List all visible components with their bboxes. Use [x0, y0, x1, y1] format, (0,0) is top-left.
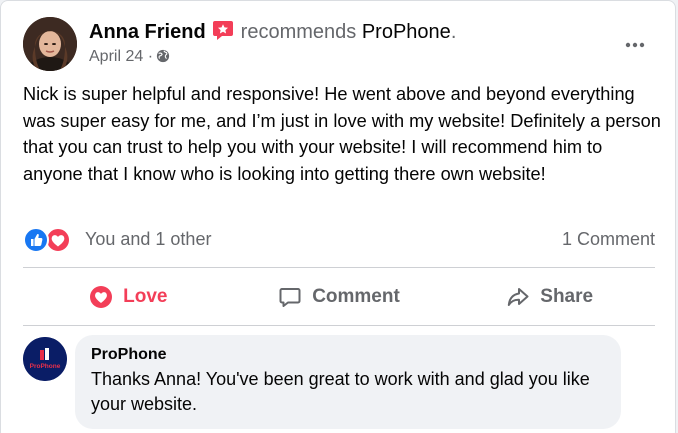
- post-card: Anna Friend recommends ProPhone. April 24…: [0, 0, 676, 433]
- more-dots-icon: [625, 42, 645, 48]
- love-button[interactable]: Love: [23, 269, 234, 325]
- comments-count[interactable]: 1 Comment: [562, 229, 655, 250]
- share-icon: [508, 288, 529, 306]
- share-button[interactable]: Share: [444, 269, 655, 325]
- post-meta: April 24 ·: [89, 47, 170, 67]
- meta-separator: ·: [147, 48, 154, 65]
- love-icon: [90, 286, 113, 308]
- recommends-verb: recommends: [240, 21, 357, 43]
- actions-divider: [23, 325, 655, 326]
- action-bar: Love Comment Share: [23, 269, 655, 325]
- author-line: Anna Friend recommends ProPhone.: [89, 19, 456, 44]
- more-options-button[interactable]: [617, 27, 653, 63]
- comment-author[interactable]: ProPhone: [91, 345, 605, 365]
- author-photo-icon: [23, 17, 77, 71]
- stats-divider: [23, 267, 655, 268]
- author-avatar[interactable]: [23, 17, 77, 71]
- prophone-avatar[interactable]: ProPhone: [23, 337, 67, 381]
- prophone-logo-icon: ProPhone: [23, 337, 67, 381]
- comment-button[interactable]: Comment: [234, 269, 445, 325]
- reaction-icons[interactable]: [23, 227, 83, 253]
- post-body: Nick is super helpful and responsive! He…: [23, 84, 661, 184]
- comment-text: Thanks Anna! You've been great to work w…: [91, 369, 590, 414]
- globe-icon[interactable]: [156, 49, 170, 63]
- post-stats: You and 1 other 1 Comment: [23, 225, 655, 255]
- comment-bubble: ProPhone Thanks Anna! You've been great …: [75, 335, 621, 429]
- post-header: Anna Friend recommends ProPhone. April 24…: [23, 17, 663, 71]
- like-reaction-icon: [23, 227, 49, 253]
- recommends-badge-icon: [212, 19, 234, 41]
- author-name[interactable]: Anna Friend: [89, 21, 206, 43]
- comment-label: Comment: [312, 286, 400, 307]
- period: .: [450, 21, 457, 43]
- recommended-page-name[interactable]: ProPhone: [362, 21, 451, 43]
- love-label: Love: [123, 286, 168, 307]
- share-label: Share: [540, 286, 594, 307]
- post-date[interactable]: April 24: [89, 48, 143, 65]
- comment-icon: [279, 288, 301, 307]
- reactions-summary[interactable]: You and 1 other: [85, 229, 211, 250]
- avatar-logo-text: ProPhone: [30, 363, 61, 370]
